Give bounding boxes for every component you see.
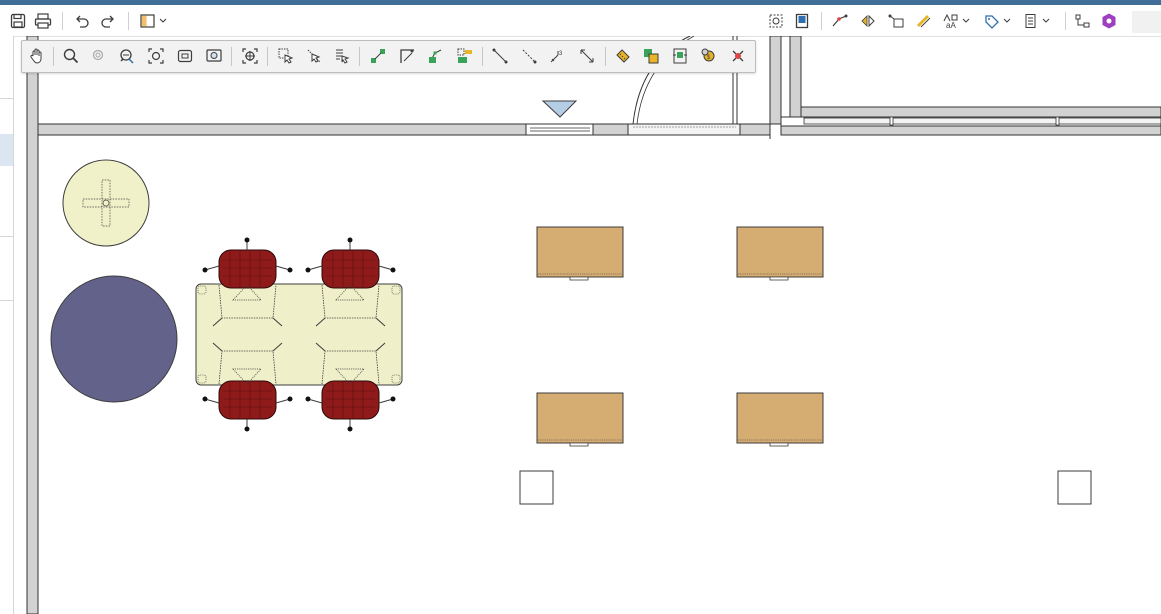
search-field[interactable] — [1132, 11, 1161, 33]
panel-divider — [0, 300, 13, 301]
toolbar-separator — [482, 47, 483, 66]
pencil-ruler-icon[interactable] — [914, 10, 934, 32]
measure-icon[interactable] — [611, 45, 635, 67]
zoom-out-icon[interactable] — [87, 45, 111, 67]
zoom-icon[interactable] — [59, 45, 83, 67]
hexagon-plugin-icon[interactable] — [1099, 10, 1119, 32]
book-icon[interactable] — [792, 10, 812, 32]
toolbar-separator — [821, 12, 822, 30]
desk[interactable] — [736, 226, 824, 281]
desk[interactable] — [536, 392, 624, 447]
save-icon[interactable] — [8, 10, 28, 32]
line-tool-icon[interactable] — [488, 45, 512, 67]
conference-table[interactable] — [195, 283, 403, 386]
wall-inner-top — [800, 106, 1161, 119]
window-opening — [525, 123, 594, 136]
toolbar-separator — [1065, 12, 1066, 30]
select-region-icon[interactable] — [274, 45, 298, 67]
desk[interactable] — [536, 226, 624, 281]
tag-icon[interactable] — [982, 10, 1016, 32]
undo-icon[interactable] — [72, 10, 92, 32]
cost-icon[interactable]: $ — [697, 45, 721, 67]
main-toolbar: aA — [0, 5, 1161, 37]
column-box[interactable] — [1057, 470, 1092, 505]
toolbar-separator — [128, 12, 129, 30]
connect-points-icon[interactable] — [830, 10, 850, 32]
select-objects-icon[interactable] — [766, 10, 786, 32]
zoom-fit-icon[interactable] — [173, 45, 197, 67]
connect-icon[interactable] — [366, 45, 390, 67]
zoom-previous-icon[interactable] — [202, 45, 226, 67]
3d-line-icon[interactable]: 3 — [545, 45, 569, 67]
zoom-extents-icon[interactable] — [144, 45, 168, 67]
toolbar-separator — [231, 47, 232, 66]
wall-column — [769, 36, 782, 125]
column-box[interactable] — [519, 470, 554, 505]
delete-icon[interactable] — [726, 45, 750, 67]
desk[interactable] — [736, 392, 824, 447]
floating-view-toolbar: 3 $ — [21, 40, 756, 73]
panel-divider — [0, 236, 13, 237]
toolbar-separator — [359, 47, 360, 66]
edit-node-icon[interactable] — [424, 45, 448, 67]
text-style-icon[interactable]: aA — [940, 10, 974, 32]
select-properties-icon[interactable] — [330, 45, 354, 67]
deselect-icon[interactable] — [302, 45, 326, 67]
pan-hand-icon[interactable] — [25, 45, 49, 67]
panel-selected-tab[interactable] — [0, 134, 13, 166]
redo-icon[interactable] — [98, 10, 118, 32]
dashed-line-icon[interactable] — [517, 45, 541, 67]
door-marker — [541, 100, 578, 118]
wall-left — [26, 36, 39, 614]
edit-group-icon[interactable] — [453, 45, 477, 67]
toolbar-separator — [53, 47, 54, 66]
layout-view-icon[interactable] — [138, 10, 170, 32]
snap-center-icon[interactable] — [238, 45, 262, 67]
copy-object-icon[interactable] — [639, 45, 663, 67]
door-opening — [627, 123, 741, 136]
snap-corner-icon[interactable] — [395, 45, 419, 67]
flip-icon[interactable] — [858, 10, 878, 32]
replace-object-icon[interactable] — [668, 45, 692, 67]
round-table-large[interactable] — [50, 275, 178, 403]
svg-text:3: 3 — [559, 51, 563, 57]
panel-divider — [0, 98, 13, 99]
wall-inner-right — [789, 36, 802, 119]
drawing-canvas[interactable] — [14, 36, 1161, 614]
print-icon[interactable] — [33, 10, 53, 32]
side-panel-edge[interactable] — [0, 36, 14, 614]
list-view-icon[interactable] — [1022, 10, 1056, 32]
toolbar-separator — [62, 12, 63, 30]
round-table-small[interactable] — [62, 159, 150, 247]
toolbar-separator — [267, 47, 268, 66]
hierarchy-icon[interactable] — [1073, 10, 1093, 32]
transform-icon[interactable] — [886, 10, 906, 32]
toolbar-separator — [605, 47, 606, 66]
zoom-window-icon[interactable] — [115, 45, 139, 67]
svg-text:aA: aA — [946, 21, 956, 29]
dimension-icon[interactable] — [575, 45, 599, 67]
